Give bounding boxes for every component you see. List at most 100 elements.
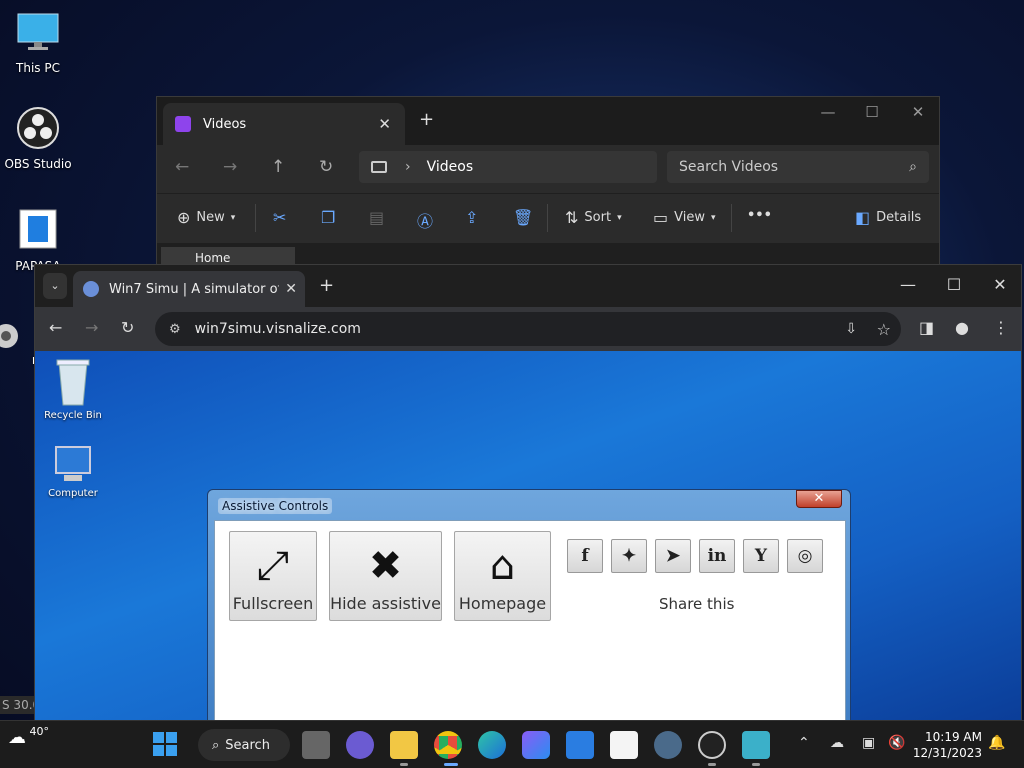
settings-gear-icon[interactable] [654, 731, 682, 759]
new-button[interactable]: ⊕ New ▾ [177, 208, 235, 227]
copilot-icon[interactable] [522, 731, 550, 759]
close-window-button[interactable]: ✕ [895, 103, 941, 121]
copy-icon[interactable]: ❐ [321, 208, 335, 227]
view-button[interactable]: ▭ View ▾ [653, 208, 716, 227]
new-tab-button[interactable]: + [419, 109, 434, 130]
fullscreen-button[interactable]: ⤢ Fullscreen [229, 531, 317, 621]
new-tab-button[interactable]: + [319, 275, 334, 296]
monitor-icon [371, 161, 387, 173]
minimize-button[interactable]: — [805, 103, 851, 121]
document-icon [19, 209, 57, 249]
obs-icon [17, 107, 59, 149]
monitor-icon [17, 13, 59, 50]
notification-bell-icon[interactable]: 🔔 [988, 735, 1005, 751]
remote-desktop-icon[interactable] [742, 731, 770, 759]
computer-icon [55, 446, 91, 481]
win7-icon-computer[interactable]: Computer [35, 445, 111, 499]
url-text: win7simu.visnalize.com [194, 321, 361, 337]
weibo-share-button[interactable]: ◎ [787, 539, 823, 573]
win7-icon-label: Computer [48, 488, 98, 499]
mail-icon[interactable] [566, 731, 594, 759]
network-icon[interactable]: ▣ [862, 735, 875, 751]
volume-muted-icon[interactable]: 🔇 [888, 735, 905, 751]
chevron-down-icon: ▾ [230, 212, 236, 223]
bookmark-star-icon[interactable]: ☆ [877, 320, 891, 339]
teams-chat-icon[interactable] [346, 731, 374, 759]
desktop-icon-obs[interactable]: OBS Studio [2, 106, 74, 171]
up-arrow-icon[interactable]: ↑ [271, 157, 285, 177]
address-bar[interactable]: › Videos [359, 151, 657, 183]
chevron-down-icon: ▾ [617, 212, 622, 223]
maximize-button[interactable]: ☐ [849, 103, 895, 121]
search-icon: ⌕ [909, 159, 917, 175]
search-box[interactable]: Search Videos ⌕ [667, 151, 929, 183]
obs-version-fragment: S 30.0.2 [0, 696, 34, 714]
hide-assistive-button[interactable]: ✖ Hide assistive [329, 531, 442, 621]
back-arrow-icon[interactable]: ← [175, 157, 189, 177]
back-arrow-icon[interactable]: ← [49, 318, 62, 337]
task-view-icon[interactable] [302, 731, 330, 759]
taskbar-search[interactable]: ⌕ Search [198, 729, 290, 761]
explorer-command-bar: ⊕ New ▾ ✂ ❐ ▤ Ⓐ ⇪ 🗑 ⇅ Sort ▾ ▭ View ▾ ••… [157, 193, 939, 243]
obs-taskbar-icon[interactable] [698, 731, 726, 759]
menu-kebab-icon[interactable]: ⋮ [993, 318, 1009, 337]
explorer-tab-videos[interactable]: Videos ✕ [163, 103, 405, 145]
reload-icon[interactable]: ↻ [121, 318, 134, 337]
facebook-share-button[interactable]: f [567, 539, 603, 573]
close-window-button[interactable]: ✕ [977, 275, 1023, 294]
breadcrumb-videos[interactable]: Videos [427, 159, 474, 175]
file-explorer-icon[interactable] [390, 731, 418, 759]
telegram-share-button[interactable]: ➤ [655, 539, 691, 573]
clock-date: 12/31/2023 [912, 746, 982, 760]
minimize-button[interactable]: — [885, 275, 931, 294]
rename-icon[interactable]: Ⓐ [417, 208, 433, 232]
home-icon: ⌂ [489, 543, 516, 589]
twitter-share-button[interactable]: ✦ [611, 539, 647, 573]
start-button[interactable] [152, 731, 180, 759]
delete-icon[interactable]: 🗑 [513, 208, 533, 227]
refresh-icon[interactable]: ↻ [319, 157, 333, 177]
taskbar-clock[interactable]: 10:19 AM 12/31/2023 [913, 729, 982, 761]
windows-logo-icon [153, 732, 177, 756]
store-icon[interactable] [610, 731, 638, 759]
assistive-controls-dialog[interactable]: Assistive Controls ✕ ⤢ Fullscreen ✖ Hide… [207, 489, 851, 721]
share-icon[interactable]: ⇪ [465, 208, 478, 227]
linkedin-share-button[interactable]: in [699, 539, 735, 573]
homepage-button[interactable]: ⌂ Homepage [454, 531, 551, 621]
gear-icon [0, 324, 19, 348]
sort-button[interactable]: ⇅ Sort ▾ [565, 208, 622, 227]
maximize-button[interactable]: ☐ [931, 275, 977, 294]
win7-icon-recycle-bin[interactable]: Recycle Bin [35, 357, 111, 421]
profile-avatar-icon[interactable]: ● [955, 318, 969, 337]
install-app-icon[interactable]: ⇩ [845, 321, 857, 337]
chrome-tab-title: Win7 Simu | A simulator of Win [109, 281, 279, 297]
file-explorer-window[interactable]: Videos ✕ + — ☐ ✕ ← → ↑ ↻ › Videos Search… [156, 96, 941, 272]
chrome-icon[interactable] [434, 731, 462, 759]
forward-arrow-icon[interactable]: → [223, 157, 237, 177]
cut-icon[interactable]: ✂ [273, 208, 286, 227]
side-panel-icon[interactable]: ◨ [919, 318, 934, 337]
ycombinator-share-button[interactable]: Y [743, 539, 779, 573]
close-tab-icon[interactable]: ✕ [378, 115, 391, 133]
site-info-icon[interactable]: ⚙ [169, 322, 181, 337]
explorer-tab-title: Videos [203, 116, 247, 132]
chrome-window[interactable]: ⌄ Win7 Simu | A simulator of Win ✕ + — ☐… [34, 264, 1022, 722]
weather-widget[interactable]: ☁ 40° [8, 725, 49, 748]
close-tab-icon[interactable]: ✕ [285, 281, 297, 297]
edge-icon[interactable] [478, 731, 506, 759]
desktop-icon-this-pc[interactable]: This PC [2, 10, 74, 75]
forward-arrow-icon[interactable]: → [85, 318, 98, 337]
dialog-close-button[interactable]: ✕ [796, 490, 842, 508]
expand-arrows-icon: ⤢ [257, 543, 289, 589]
taskbar-search-label: Search [225, 737, 270, 753]
details-button[interactable]: ◧ Details [855, 208, 921, 227]
search-icon: ⌕ [212, 737, 220, 753]
onedrive-offline-icon[interactable]: ☁ [830, 735, 844, 751]
more-options-icon[interactable]: ••• [747, 208, 772, 223]
tab-search-button[interactable]: ⌄ [43, 273, 67, 299]
omnibox[interactable]: ⚙ win7simu.visnalize.com ⇩ ☆ [155, 312, 901, 346]
home-label: Home [195, 251, 231, 265]
chevron-up-icon[interactable]: ⌃ [798, 735, 810, 751]
chrome-tab-win7simu[interactable]: Win7 Simu | A simulator of Win ✕ [73, 271, 305, 307]
paste-icon[interactable]: ▤ [369, 208, 384, 227]
